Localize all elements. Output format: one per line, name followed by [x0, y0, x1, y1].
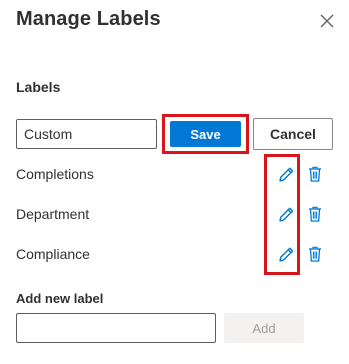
label-edit-input[interactable] [16, 119, 157, 149]
label-name: Compliance [16, 246, 90, 262]
trash-icon [309, 206, 321, 222]
trash-icon [309, 166, 321, 182]
delete-label-button[interactable] [307, 165, 323, 183]
label-name: Completions [16, 166, 94, 182]
add-button[interactable]: Add [224, 313, 304, 343]
edit-buttons-highlight [264, 154, 300, 275]
trash-icon [309, 246, 321, 262]
label-name: Department [16, 206, 90, 222]
new-label-input[interactable] [16, 313, 216, 343]
dialog-title: Manage Labels [16, 8, 161, 30]
delete-label-button[interactable] [307, 205, 323, 223]
save-button[interactable]: Save [170, 121, 241, 147]
delete-label-button[interactable] [307, 245, 323, 263]
cancel-button[interactable]: Cancel [253, 118, 333, 150]
labels-heading: Labels [16, 79, 61, 95]
close-icon [320, 14, 334, 28]
add-label-heading: Add new label [16, 291, 104, 306]
close-button[interactable] [318, 12, 336, 30]
